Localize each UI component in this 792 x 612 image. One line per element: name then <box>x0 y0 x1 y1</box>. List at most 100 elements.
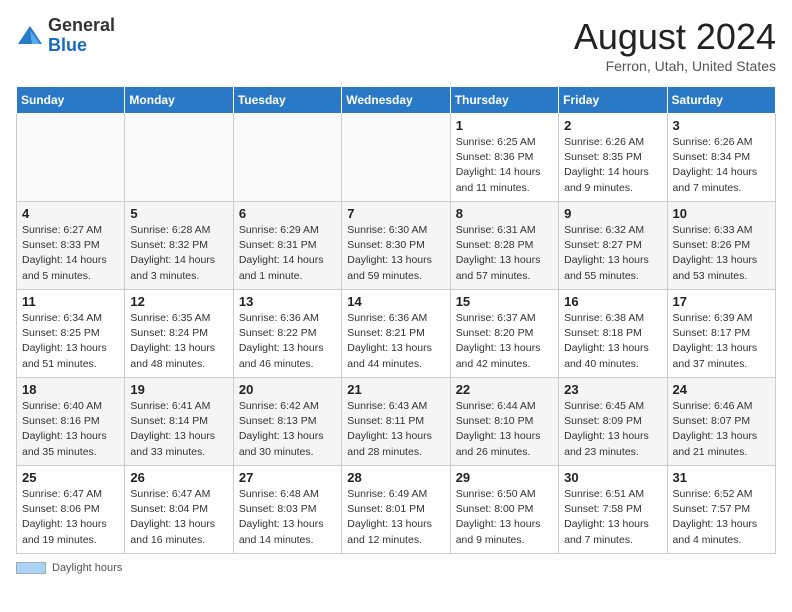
calendar-cell: 10Sunrise: 6:33 AM Sunset: 8:26 PM Dayli… <box>667 202 775 290</box>
day-number: 3 <box>673 118 770 133</box>
day-number: 24 <box>673 382 770 397</box>
calendar-cell: 22 Sunrise: 6:44 AM Sunset: 8:10 PM Dayli… <box>450 378 558 466</box>
day-info: Sunrise: 6:47 AM Sunset: 8:04 PM Dayligh… <box>130 487 227 548</box>
day-info: Sunrise: 6:36 AM Sunset: 8:21 PM Dayligh… <box>347 311 444 372</box>
logo-blue-text: Blue <box>48 35 87 55</box>
calendar-cell: 26 Sunrise: 6:47 AM Sunset: 8:04 PM Dayli… <box>125 466 233 554</box>
calendar-header-row: SundayMondayTuesdayWednesdayThursdayFrid… <box>17 87 776 114</box>
calendar-cell: 4Sunrise: 6:27 AM Sunset: 8:33 PM Daylig… <box>17 202 125 290</box>
day-number: 30 <box>564 470 661 485</box>
day-number: 20 <box>239 382 336 397</box>
calendar-cell: 27 Sunrise: 6:48 AM Sunset: 8:03 PM Dayli… <box>233 466 341 554</box>
day-header-tuesday: Tuesday <box>233 87 341 114</box>
calendar-cell: 16 Sunrise: 6:38 AM Sunset: 8:18 PM Dayli… <box>559 290 667 378</box>
day-number: 10 <box>673 206 770 221</box>
day-header-thursday: Thursday <box>450 87 558 114</box>
calendar-cell: 19 Sunrise: 6:41 AM Sunset: 8:14 PM Dayli… <box>125 378 233 466</box>
daylight-label: Daylight hours <box>52 562 122 574</box>
calendar-cell: 1Sunrise: 6:25 AM Sunset: 8:36 PM Daylig… <box>450 114 558 202</box>
calendar-cell: 17 Sunrise: 6:39 AM Sunset: 8:17 PM Dayli… <box>667 290 775 378</box>
day-number: 19 <box>130 382 227 397</box>
calendar-cell: 13 Sunrise: 6:36 AM Sunset: 8:22 PM Dayli… <box>233 290 341 378</box>
calendar-cell: 24 Sunrise: 6:46 AM Sunset: 8:07 PM Dayli… <box>667 378 775 466</box>
day-number: 21 <box>347 382 444 397</box>
calendar-week-3: 11Sunrise: 6:34 AM Sunset: 8:25 PM Dayli… <box>17 290 776 378</box>
calendar-cell: 2 Sunrise: 6:26 AM Sunset: 8:35 PM Daylig… <box>559 114 667 202</box>
day-number: 22 <box>456 382 553 397</box>
calendar-table: SundayMondayTuesdayWednesdayThursdayFrid… <box>16 86 776 554</box>
day-number: 23 <box>564 382 661 397</box>
logo-icon <box>16 22 44 50</box>
calendar-cell: 25Sunrise: 6:47 AM Sunset: 8:06 PM Dayli… <box>17 466 125 554</box>
day-number: 17 <box>673 294 770 309</box>
calendar-week-5: 25Sunrise: 6:47 AM Sunset: 8:06 PM Dayli… <box>17 466 776 554</box>
day-info: Sunrise: 6:48 AM Sunset: 8:03 PM Dayligh… <box>239 487 336 548</box>
day-number: 29 <box>456 470 553 485</box>
day-info: Sunrise: 6:25 AM Sunset: 8:36 PM Dayligh… <box>456 135 553 196</box>
day-number: 2 <box>564 118 661 133</box>
day-number: 6 <box>239 206 336 221</box>
day-info: Sunrise: 6:43 AM Sunset: 8:11 PM Dayligh… <box>347 399 444 460</box>
day-info: Sunrise: 6:30 AM Sunset: 8:30 PM Dayligh… <box>347 223 444 284</box>
day-info: Sunrise: 6:35 AM Sunset: 8:24 PM Dayligh… <box>130 311 227 372</box>
calendar-cell: 8Sunrise: 6:31 AM Sunset: 8:28 PM Daylig… <box>450 202 558 290</box>
day-header-monday: Monday <box>125 87 233 114</box>
calendar-cell <box>233 114 341 202</box>
calendar-cell: 14 Sunrise: 6:36 AM Sunset: 8:21 PM Dayli… <box>342 290 450 378</box>
day-info: Sunrise: 6:50 AM Sunset: 8:00 PM Dayligh… <box>456 487 553 548</box>
logo: General Blue <box>16 16 115 56</box>
day-number: 25 <box>22 470 119 485</box>
day-info: Sunrise: 6:49 AM Sunset: 8:01 PM Dayligh… <box>347 487 444 548</box>
calendar-cell: 9 Sunrise: 6:32 AM Sunset: 8:27 PM Daylig… <box>559 202 667 290</box>
day-info: Sunrise: 6:40 AM Sunset: 8:16 PM Dayligh… <box>22 399 119 460</box>
day-info: Sunrise: 6:51 AM Sunset: 7:58 PM Dayligh… <box>564 487 661 548</box>
day-info: Sunrise: 6:44 AM Sunset: 8:10 PM Dayligh… <box>456 399 553 460</box>
day-info: Sunrise: 6:27 AM Sunset: 8:33 PM Dayligh… <box>22 223 119 284</box>
day-info: Sunrise: 6:36 AM Sunset: 8:22 PM Dayligh… <box>239 311 336 372</box>
day-info: Sunrise: 6:32 AM Sunset: 8:27 PM Dayligh… <box>564 223 661 284</box>
day-header-wednesday: Wednesday <box>342 87 450 114</box>
calendar-cell: 20 Sunrise: 6:42 AM Sunset: 8:13 PM Dayli… <box>233 378 341 466</box>
day-header-saturday: Saturday <box>667 87 775 114</box>
day-number: 31 <box>673 470 770 485</box>
calendar-cell: 7Sunrise: 6:30 AM Sunset: 8:30 PM Daylig… <box>342 202 450 290</box>
day-info: Sunrise: 6:46 AM Sunset: 8:07 PM Dayligh… <box>673 399 770 460</box>
day-header-sunday: Sunday <box>17 87 125 114</box>
day-info: Sunrise: 6:28 AM Sunset: 8:32 PM Dayligh… <box>130 223 227 284</box>
title-block: August 2024 Ferron, Utah, United States <box>574 16 776 74</box>
day-info: Sunrise: 6:42 AM Sunset: 8:13 PM Dayligh… <box>239 399 336 460</box>
day-info: Sunrise: 6:45 AM Sunset: 8:09 PM Dayligh… <box>564 399 661 460</box>
calendar-cell: 5 Sunrise: 6:28 AM Sunset: 8:32 PM Daylig… <box>125 202 233 290</box>
day-number: 18 <box>22 382 119 397</box>
calendar-cell: 29 Sunrise: 6:50 AM Sunset: 8:00 PM Dayli… <box>450 466 558 554</box>
day-number: 28 <box>347 470 444 485</box>
footer: Daylight hours <box>16 562 776 574</box>
day-info: Sunrise: 6:26 AM Sunset: 8:35 PM Dayligh… <box>564 135 661 196</box>
day-number: 5 <box>130 206 227 221</box>
calendar-cell: 23 Sunrise: 6:45 AM Sunset: 8:09 PM Dayli… <box>559 378 667 466</box>
calendar-cell: 31Sunrise: 6:52 AM Sunset: 7:57 PM Dayli… <box>667 466 775 554</box>
day-number: 13 <box>239 294 336 309</box>
daylight-swatch <box>16 562 46 574</box>
month-title: August 2024 <box>574 16 776 58</box>
day-number: 11 <box>22 294 119 309</box>
calendar-cell: 15Sunrise: 6:37 AM Sunset: 8:20 PM Dayli… <box>450 290 558 378</box>
day-number: 9 <box>564 206 661 221</box>
calendar-cell <box>17 114 125 202</box>
day-number: 26 <box>130 470 227 485</box>
calendar-week-1: 1Sunrise: 6:25 AM Sunset: 8:36 PM Daylig… <box>17 114 776 202</box>
calendar-cell: 12 Sunrise: 6:35 AM Sunset: 8:24 PM Dayli… <box>125 290 233 378</box>
calendar-cell: 30 Sunrise: 6:51 AM Sunset: 7:58 PM Dayli… <box>559 466 667 554</box>
day-number: 27 <box>239 470 336 485</box>
day-number: 12 <box>130 294 227 309</box>
calendar-week-2: 4Sunrise: 6:27 AM Sunset: 8:33 PM Daylig… <box>17 202 776 290</box>
day-number: 16 <box>564 294 661 309</box>
day-info: Sunrise: 6:38 AM Sunset: 8:18 PM Dayligh… <box>564 311 661 372</box>
day-info: Sunrise: 6:41 AM Sunset: 8:14 PM Dayligh… <box>130 399 227 460</box>
day-info: Sunrise: 6:39 AM Sunset: 8:17 PM Dayligh… <box>673 311 770 372</box>
day-info: Sunrise: 6:37 AM Sunset: 8:20 PM Dayligh… <box>456 311 553 372</box>
day-number: 14 <box>347 294 444 309</box>
calendar-cell: 6 Sunrise: 6:29 AM Sunset: 8:31 PM Daylig… <box>233 202 341 290</box>
day-info: Sunrise: 6:29 AM Sunset: 8:31 PM Dayligh… <box>239 223 336 284</box>
calendar-cell <box>342 114 450 202</box>
